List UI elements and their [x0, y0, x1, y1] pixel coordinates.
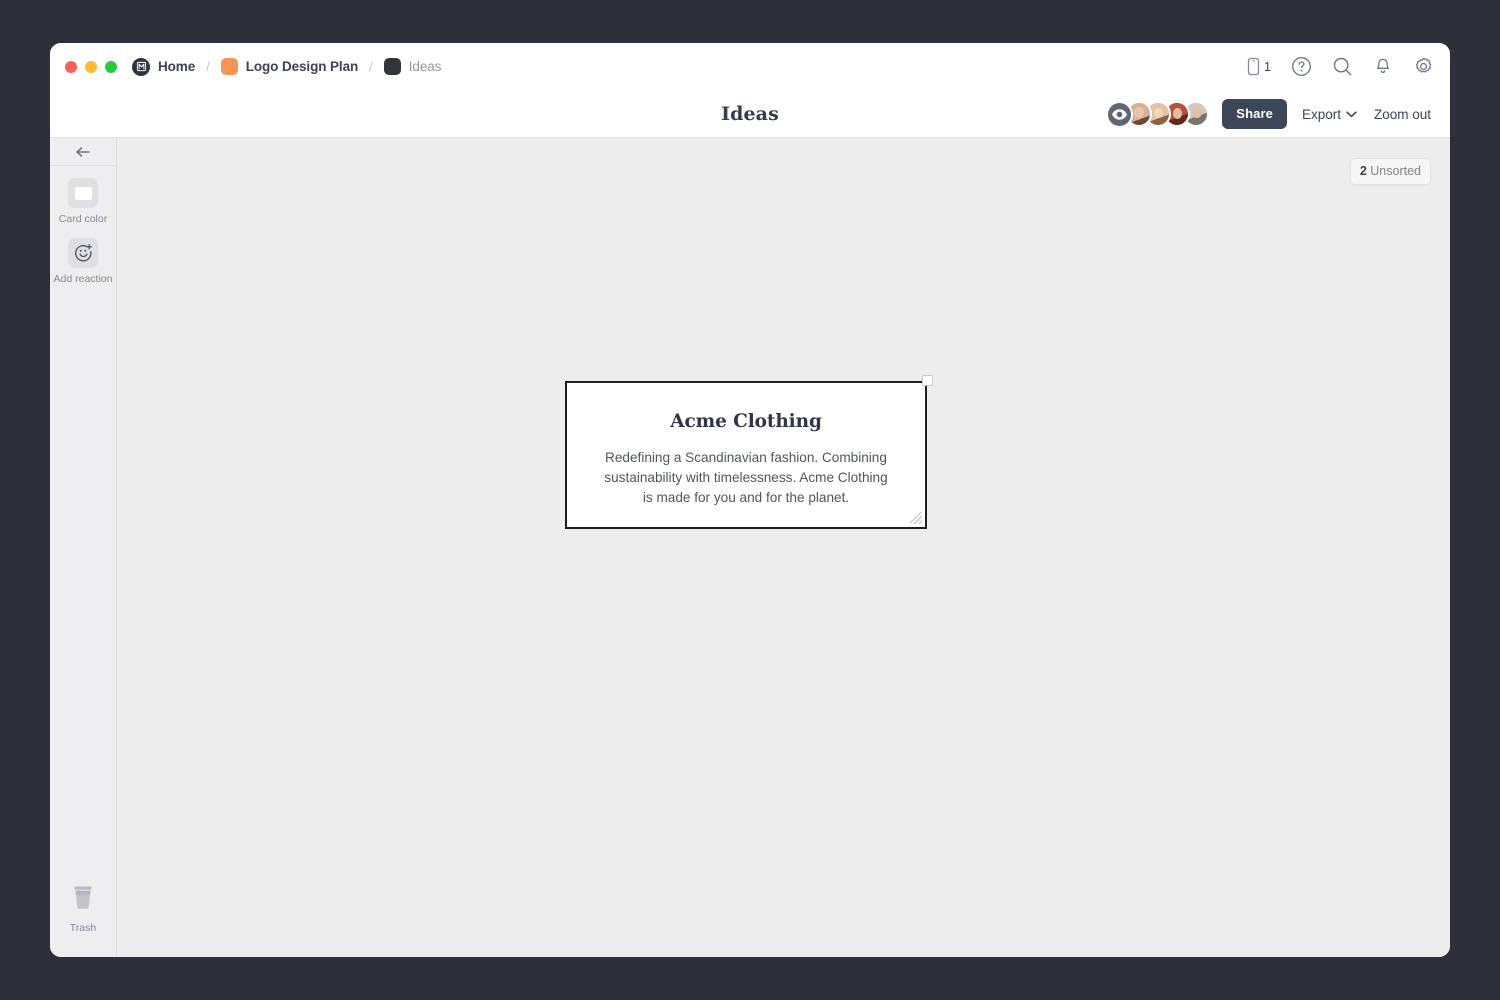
title-bar-actions: 1	[1246, 43, 1434, 90]
breadcrumb-separator-1: /	[206, 59, 210, 74]
board-canvas[interactable]: 2 Unsorted Acme Clothing Redefining a Sc…	[117, 138, 1450, 957]
breadcrumb-item-ideas[interactable]: Ideas	[383, 58, 442, 75]
gear-icon[interactable]	[1413, 56, 1434, 77]
traffic-lights	[65, 60, 117, 73]
breadcrumb-label-ideas: Ideas	[408, 59, 442, 74]
breadcrumb-label-home: Home	[158, 59, 196, 74]
unsorted-count: 2	[1359, 164, 1367, 178]
board-header: Ideas Share Export Zoom out	[50, 90, 1450, 138]
arrow-left-icon	[76, 146, 90, 157]
mobile-icon[interactable]: 1	[1246, 57, 1271, 76]
left-toolbar: Card color Add reaction Trash	[50, 138, 117, 957]
selection-handle-top-right[interactable]	[922, 375, 933, 386]
color-swatch-icon	[68, 178, 98, 208]
note-title: Acme Clothing	[670, 411, 822, 432]
back-button[interactable]	[50, 138, 116, 166]
chevron-down-icon	[1346, 110, 1357, 117]
tool-add-reaction-label: Add reaction	[53, 272, 113, 285]
unsorted-label: Unsorted	[1370, 164, 1421, 178]
screen: Home / Logo Design Plan / Ideas 1 Ideas …	[0, 0, 1500, 1000]
export-label: Export	[1301, 106, 1341, 122]
title-bar: Home / Logo Design Plan / Ideas 1	[50, 43, 1450, 90]
share-button[interactable]: Share	[1222, 99, 1287, 129]
app-window: Home / Logo Design Plan / Ideas 1 Ideas …	[50, 43, 1450, 957]
close-button[interactable]	[65, 60, 77, 73]
zoom-out-button[interactable]: Zoom out	[1372, 103, 1433, 126]
orange-square-icon	[220, 58, 238, 75]
breadcrumb-separator-2: /	[369, 59, 373, 74]
smiley-plus-icon	[68, 237, 98, 268]
tool-add-reaction[interactable]: Add reaction	[50, 226, 116, 286]
dark-square-icon	[383, 58, 401, 75]
tool-card-color[interactable]: Card color	[50, 166, 116, 226]
resize-grip-icon[interactable]	[910, 512, 922, 524]
tool-card-color-label: Card color	[58, 213, 108, 225]
page-title: Ideas	[721, 102, 779, 125]
trash-label: Trash	[69, 922, 97, 935]
board-header-actions: Share Export Zoom out	[1106, 90, 1433, 138]
breadcrumb-label-logo-design-plan: Logo Design Plan	[245, 59, 359, 74]
minimize-button[interactable]	[85, 60, 97, 73]
export-dropdown[interactable]: Export	[1300, 103, 1359, 126]
note-card-wrapper: Acme Clothing Redefining a Scandinavian …	[565, 375, 933, 529]
collaborator-avatars[interactable]	[1106, 100, 1210, 128]
bell-icon[interactable]	[1373, 56, 1393, 77]
note-body: Redefining a Scandinavian fashion. Combi…	[604, 450, 888, 506]
app-body: Card color Add reaction Trash 2 Unsorted…	[50, 138, 1450, 957]
mobile-count: 1	[1264, 59, 1271, 74]
note-card-acme-clothing[interactable]: Acme Clothing Redefining a Scandinavian …	[565, 381, 927, 529]
zoom-button[interactable]	[105, 60, 117, 73]
unsorted-badge[interactable]: 2 Unsorted	[1349, 158, 1431, 185]
help-icon[interactable]	[1291, 56, 1312, 77]
breadcrumb-item-home[interactable]: Home	[132, 57, 196, 76]
eye-icon[interactable]	[1106, 100, 1134, 128]
breadcrumb-item-logo-design-plan[interactable]: Logo Design Plan	[220, 58, 359, 75]
trash-icon	[70, 884, 96, 917]
search-icon[interactable]	[1332, 56, 1353, 77]
breadcrumb: Home / Logo Design Plan / Ideas	[132, 57, 442, 76]
milanote-logo-icon	[132, 57, 150, 76]
trash-button[interactable]: Trash	[50, 884, 116, 935]
